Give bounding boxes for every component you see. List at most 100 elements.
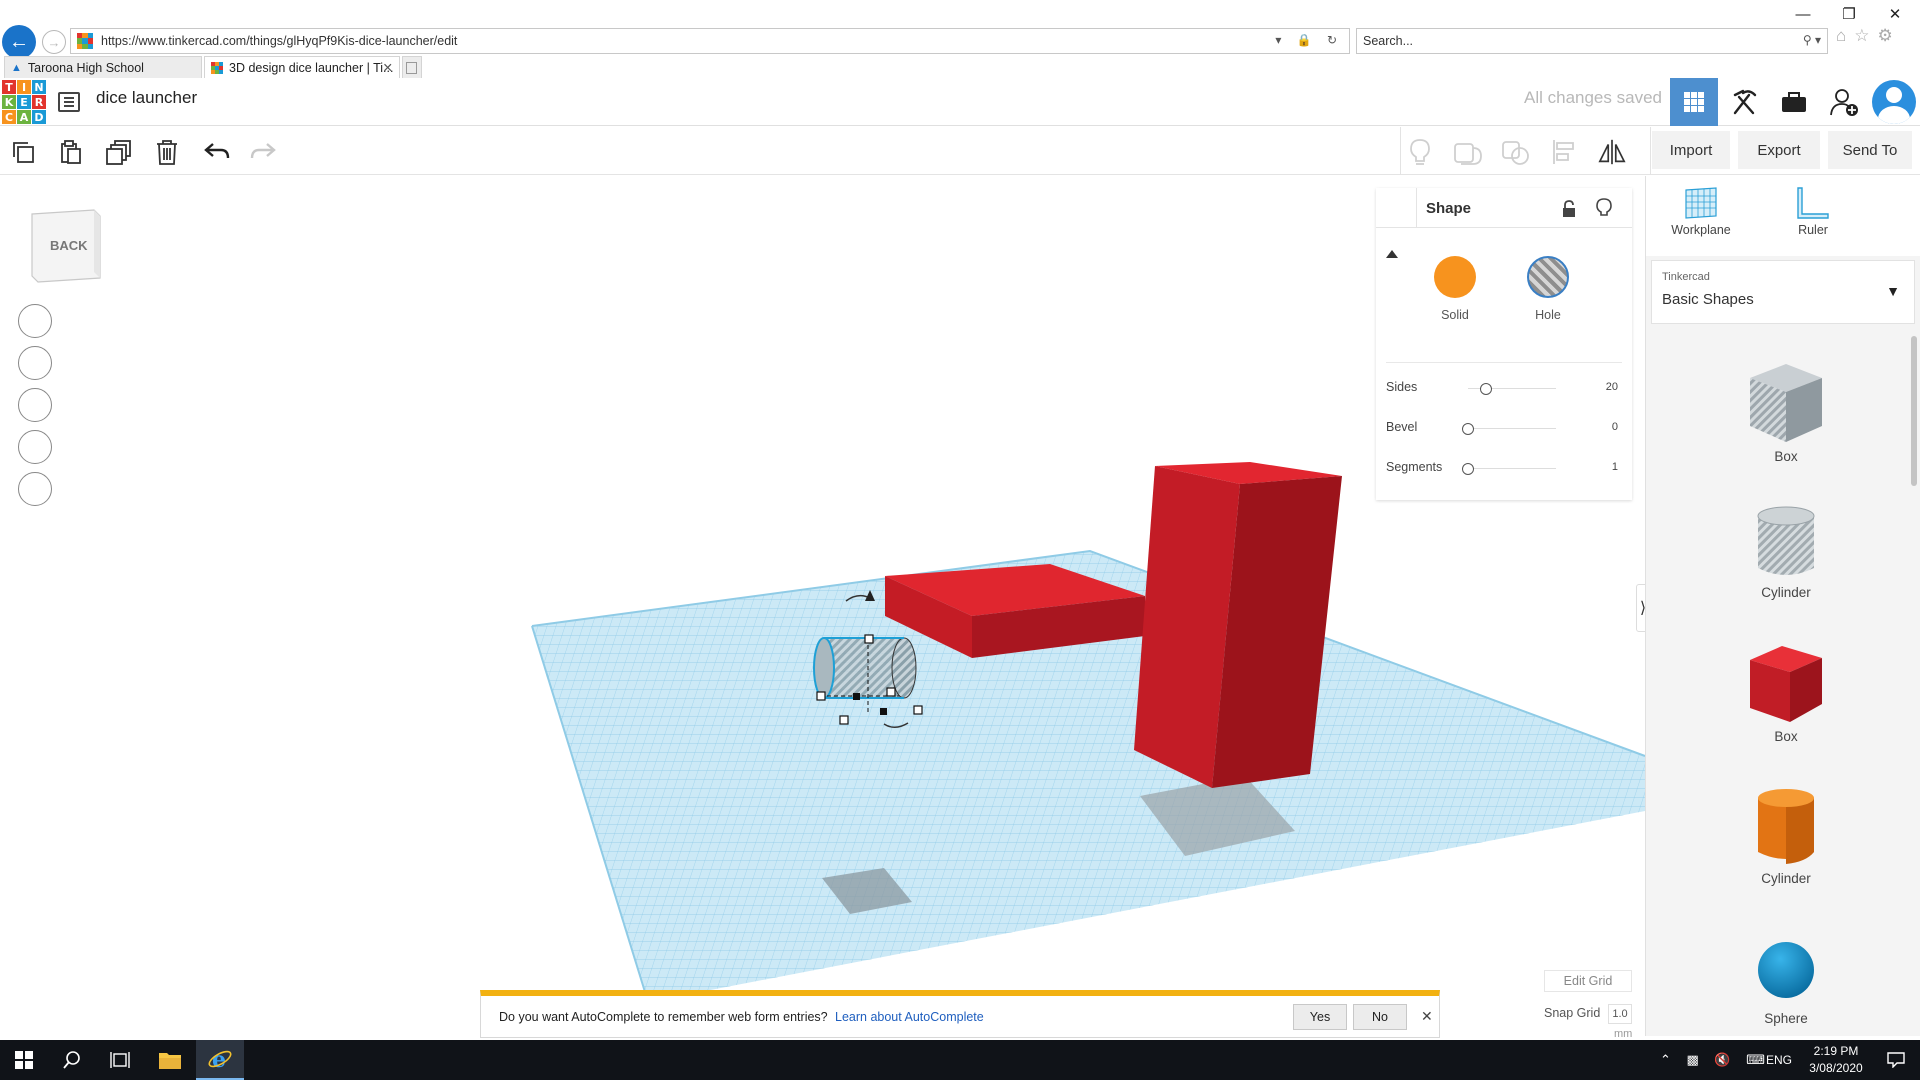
segments-label: Segments xyxy=(1386,460,1443,474)
url-field[interactable]: https://www.tinkercad.com/things/glHyqPf… xyxy=(70,28,1350,54)
yes-button[interactable]: Yes xyxy=(1293,1004,1347,1030)
align-icon xyxy=(1553,140,1574,164)
panel-scrollbar[interactable] xyxy=(1911,336,1917,486)
segments-value[interactable]: 1 xyxy=(1612,461,1618,473)
search-placeholder: Search... xyxy=(1363,34,1414,48)
undo-icon xyxy=(204,143,230,159)
blocks-view-button[interactable] xyxy=(1720,78,1768,126)
copy-button[interactable] xyxy=(8,137,38,167)
autocomplete-notification: Do you want AutoComplete to remember web… xyxy=(480,990,1440,1038)
shape-library-dropdown[interactable]: Tinkercad Basic Shapes ▼ xyxy=(1651,260,1915,324)
delete-button[interactable] xyxy=(152,137,182,167)
taskbar-clock[interactable]: 2:19 PM 3/08/2020 xyxy=(1800,1043,1872,1077)
shape-cylinder-orange[interactable]: Cylinder xyxy=(1706,784,1866,886)
ruler-label: Ruler xyxy=(1798,223,1828,237)
view-cube[interactable]: BACK xyxy=(28,208,104,286)
duplicate-button[interactable] xyxy=(104,137,134,167)
internet-explorer-button[interactable]: e xyxy=(196,1040,244,1080)
send-to-button[interactable]: Send To xyxy=(1828,131,1912,169)
segments-slider-track[interactable] xyxy=(1468,468,1556,469)
segments-property: Segments 1 xyxy=(1386,456,1622,480)
invite-user-button[interactable] xyxy=(1820,78,1868,126)
logo-letter: T xyxy=(2,80,16,94)
taskbar-search-button[interactable] xyxy=(48,1040,96,1080)
group-button[interactable] xyxy=(1453,137,1483,167)
shape-label: Box xyxy=(1774,449,1798,464)
align-button[interactable] xyxy=(1549,137,1579,167)
logo-letter: C xyxy=(2,110,16,124)
redo-button[interactable] xyxy=(248,137,278,167)
bricks-view-button[interactable] xyxy=(1770,78,1818,126)
solid-swatch[interactable] xyxy=(1434,256,1476,298)
browser-back-button[interactable]: ← xyxy=(2,25,36,59)
workplane-tool[interactable]: Workplane xyxy=(1651,186,1751,237)
user-avatar-button[interactable] xyxy=(1870,78,1918,126)
home-view-button[interactable] xyxy=(18,304,52,338)
close-icon[interactable]: ✕ xyxy=(1421,1008,1433,1025)
shape-cylinder-hole[interactable]: Cylinder xyxy=(1706,502,1866,600)
shape-sphere-blue[interactable]: Sphere xyxy=(1706,928,1866,1026)
file-explorer-button[interactable] xyxy=(146,1040,194,1080)
internet-explorer-icon: e xyxy=(208,1047,232,1072)
home-favorites-settings-icons[interactable]: ⌂☆⚙ xyxy=(1836,26,1901,46)
new-tab-button[interactable] xyxy=(402,56,422,78)
design-menu-icon[interactable] xyxy=(58,92,80,112)
action-center-button[interactable] xyxy=(1872,1040,1920,1080)
zoom-out-button[interactable] xyxy=(18,430,52,464)
hole-swatch[interactable] xyxy=(1527,256,1569,298)
undo-button[interactable] xyxy=(202,137,232,167)
projection-button[interactable] xyxy=(18,472,52,506)
school-favicon-icon: ▲ xyxy=(11,61,22,74)
tinkercad-logo[interactable]: T I N K E R C A D xyxy=(2,80,46,124)
chevron-down-icon: ▼ xyxy=(1886,283,1900,299)
design-title[interactable]: dice launcher xyxy=(96,88,197,108)
task-view-button[interactable] xyxy=(96,1040,144,1080)
sides-label: Sides xyxy=(1386,380,1418,394)
shape-box-hole[interactable]: Box xyxy=(1706,356,1866,464)
learn-autocomplete-link[interactable]: Learn about AutoComplete xyxy=(835,1010,984,1024)
toggle-hide-button[interactable] xyxy=(1405,137,1435,167)
tinkercad-tab-icon xyxy=(211,61,223,74)
input-language[interactable]: ENG xyxy=(1766,1053,1792,1067)
browser-search-field[interactable]: Search... ⚲ ▾ xyxy=(1356,28,1828,54)
logo-letter: D xyxy=(32,110,46,124)
collapse-caret-icon[interactable] xyxy=(1386,250,1398,258)
snap-grid-input[interactable]: 1.0 xyxy=(1608,1004,1632,1024)
import-button[interactable]: Import xyxy=(1652,131,1730,169)
windows-taskbar: e ⌃ ▩ 🔇 ⌨ ENG 2:19 PM 3/08/2020 xyxy=(0,1040,1920,1080)
url-actions-icon[interactable]: ▾ 🔒 ↻ xyxy=(1275,33,1343,47)
ruler-tool[interactable]: Ruler xyxy=(1763,186,1863,237)
design-view-button[interactable] xyxy=(1670,78,1718,126)
tab-close-icon[interactable]: ✕ xyxy=(383,60,393,75)
segments-slider-knob[interactable] xyxy=(1462,463,1474,475)
logo-letter: I xyxy=(17,80,31,94)
inspector-divider xyxy=(1386,362,1622,363)
bevel-slider-knob[interactable] xyxy=(1462,423,1474,435)
bevel-label: Bevel xyxy=(1386,420,1418,434)
sides-value[interactable]: 20 xyxy=(1606,381,1618,393)
bevel-value[interactable]: 0 xyxy=(1612,421,1618,433)
edit-grid-button[interactable]: Edit Grid xyxy=(1544,970,1632,992)
tab-dice-launcher[interactable]: 3D design dice launcher | Ti... ✕ xyxy=(204,56,400,78)
tab-taroona[interactable]: ▲ Taroona High School xyxy=(4,56,202,78)
sides-slider-knob[interactable] xyxy=(1479,383,1492,395)
search-icon[interactable]: ⚲ ▾ xyxy=(1803,33,1821,47)
shape-box-red[interactable]: Box xyxy=(1706,642,1866,744)
duplicate-icon xyxy=(106,140,131,165)
fit-view-button[interactable] xyxy=(18,346,52,380)
lightbulb-icon[interactable] xyxy=(1596,198,1612,218)
snap-grid-label: Snap Grid xyxy=(1544,1006,1601,1020)
export-button[interactable]: Export xyxy=(1738,131,1820,169)
paste-button[interactable] xyxy=(56,137,86,167)
ungroup-button[interactable] xyxy=(1501,137,1531,167)
system-tray-icons[interactable]: ⌃ ▩ 🔇 ⌨ xyxy=(1660,1052,1771,1068)
shape-label: Sphere xyxy=(1764,1011,1808,1026)
bevel-slider-track[interactable] xyxy=(1468,428,1556,429)
lock-icon[interactable] xyxy=(1562,200,1576,218)
mirror-button[interactable] xyxy=(1597,137,1627,167)
no-button[interactable]: No xyxy=(1353,1004,1407,1030)
zoom-in-button[interactable] xyxy=(18,388,52,422)
start-button[interactable] xyxy=(0,1040,48,1080)
workplane-ruler-bar: Workplane Ruler xyxy=(1646,176,1920,256)
browser-forward-button[interactable]: → xyxy=(42,30,66,54)
